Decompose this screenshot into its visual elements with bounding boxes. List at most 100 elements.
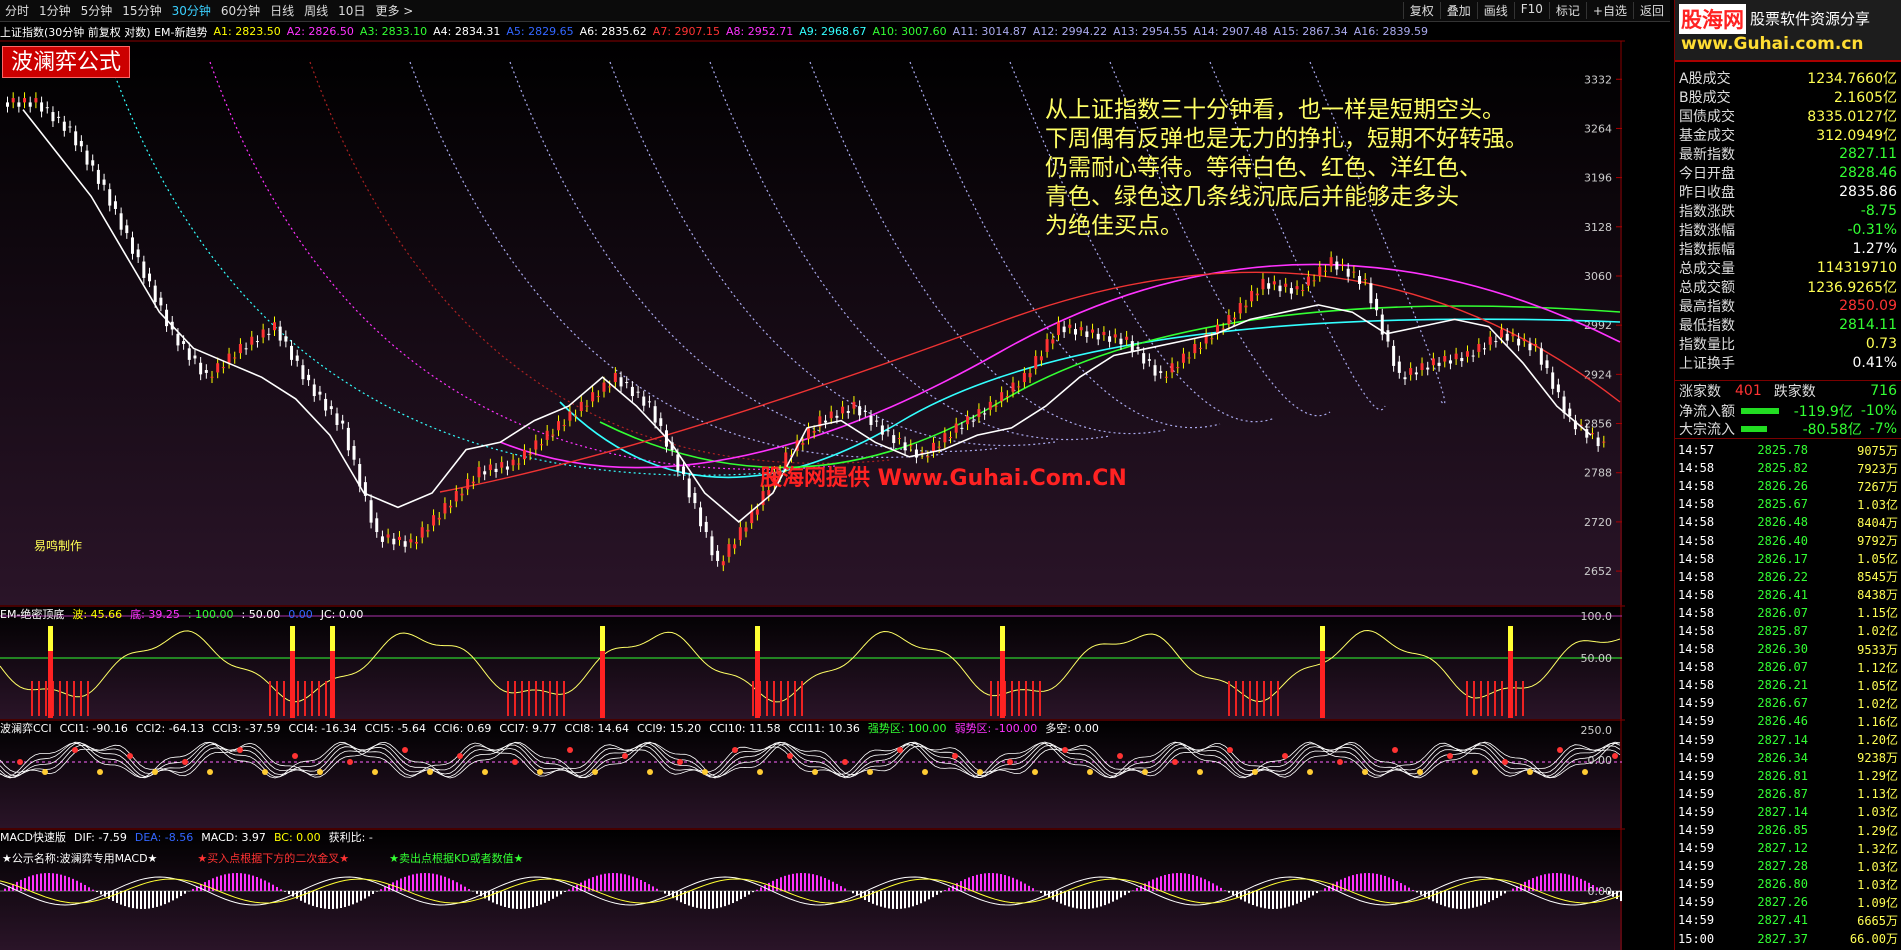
candle-body [721, 561, 725, 566]
tick-volume: 7923万 [1857, 461, 1898, 476]
candle-body [159, 297, 163, 306]
timeframe-4[interactable]: 30分钟 [167, 2, 216, 19]
pane4-macd-bar [44, 873, 46, 891]
candle-body [415, 541, 419, 544]
candle-body [608, 386, 612, 388]
candle-body [392, 538, 396, 545]
pane4-macd-bar [1476, 891, 1478, 907]
candle-body [108, 189, 112, 206]
tick-price: 2826.46 [1757, 714, 1808, 729]
pane4-macd-bar [1180, 873, 1182, 891]
pane3-marker-up [1502, 759, 1508, 765]
candle-body [1130, 341, 1134, 352]
tick-row: 14:59 2826.81 1.29亿 [1675, 767, 1901, 785]
candle-body [545, 430, 549, 440]
candle-body [1551, 372, 1555, 389]
tick-volume: 1.16亿 [1857, 714, 1898, 729]
pane2-bar [1011, 681, 1013, 716]
toolbar-button-2[interactable]: 画线 [1476, 2, 1514, 19]
timeframe-1[interactable]: 1分钟 [34, 2, 76, 19]
stat-value: 2.1605亿 [1834, 89, 1897, 106]
timeframe-3[interactable]: 15分钟 [117, 2, 166, 19]
pane2-bar [787, 681, 789, 716]
pane4-macd-bar [940, 891, 942, 893]
pane4-macd-bar [132, 891, 134, 909]
candle-body [801, 443, 805, 445]
pane4-macd-bar [96, 891, 98, 893]
netflow-value: -119.9亿 [1793, 403, 1853, 420]
pane4-macd-bar [344, 891, 346, 908]
pane3-marker-down [1362, 769, 1368, 775]
pane2-bar [297, 681, 299, 716]
tick-list[interactable]: 14:57 2825.78 9075万 14:58 2825.82 7923万 14:58 2… [1675, 441, 1901, 948]
tick-price: 2826.07 [1757, 660, 1808, 675]
pane2-bar [780, 681, 782, 716]
pane3-label-8: CCI8: 14.64 [564, 721, 629, 735]
timeframe-0[interactable]: 分时 [0, 2, 34, 19]
pane3-marker-up [622, 753, 628, 759]
toolbar-button-3[interactable]: F10 [1513, 2, 1549, 19]
candle-body [1329, 257, 1333, 267]
timeframe-6[interactable]: 日线 [265, 2, 299, 19]
pane4-macd-bar [1380, 874, 1382, 891]
candle-body [562, 424, 566, 426]
tick-time: 14:58 [1678, 605, 1715, 620]
pane4-macd-bar [1372, 873, 1374, 891]
pane4-macd-bar [760, 887, 762, 891]
tick-time: 15:00 [1678, 931, 1715, 946]
tick-volume: 8545万 [1857, 570, 1898, 585]
pane4-macd-bar [1040, 891, 1042, 893]
candle-body [68, 126, 72, 128]
toolbar-button-0[interactable]: 复权 [1402, 2, 1440, 19]
pane4-macd-bar [280, 889, 282, 891]
pane4-macd-bar [1064, 891, 1066, 906]
candle-body [460, 493, 464, 496]
pane4-macd-bar [1352, 875, 1354, 891]
pane4-macd-bar [1488, 891, 1490, 903]
stat-label: 昨日收盘 [1679, 184, 1735, 201]
tick-price: 2826.21 [1757, 678, 1808, 693]
pane4-macd-bar [516, 891, 518, 909]
timeframe-9[interactable]: 更多 > [370, 2, 418, 19]
pane4-macd-bar [424, 873, 426, 891]
pane3-marker-up [292, 753, 298, 759]
pane4-macd-bar [184, 891, 186, 894]
toolbar-button-6[interactable]: 返回 [1632, 2, 1670, 19]
tick-price: 2825.78 [1757, 443, 1808, 458]
pane4-macd-bar [572, 887, 574, 891]
timeframe-8[interactable]: 10日 [333, 2, 370, 19]
tick-volume: 1.09亿 [1857, 895, 1898, 910]
candle-body [153, 285, 157, 303]
candle-body [28, 102, 32, 107]
candle-body [45, 107, 49, 109]
candle-body [1210, 338, 1214, 340]
timeframe-7[interactable]: 周线 [299, 2, 333, 19]
pane4-macd-bar [164, 891, 166, 905]
candle-body [738, 527, 742, 540]
toolbar-button-5[interactable]: +自选 [1585, 2, 1633, 19]
timeframe-5[interactable]: 60分钟 [216, 2, 265, 19]
maker-label: 易鸣制作 [34, 537, 82, 554]
toolbar-button-4[interactable]: 标记 [1548, 2, 1586, 19]
timeframe-2[interactable]: 5分钟 [76, 2, 118, 19]
stat-label: 最高指数 [1679, 298, 1735, 315]
tick-price: 2825.82 [1757, 461, 1808, 476]
tick-row: 14:57 2825.78 9075万 [1675, 441, 1901, 459]
pane4-macd-bar [1184, 873, 1186, 891]
pane4-macd-bar [920, 891, 922, 904]
pane4-macd-bar [1492, 891, 1494, 901]
pane3-marker-up [897, 747, 903, 753]
tick-time: 14:57 [1678, 443, 1715, 458]
candle-body [1170, 363, 1174, 373]
pane4-macd-bar [680, 891, 682, 903]
pane4-macd-bar [60, 874, 62, 891]
pane4-macd-bar [1216, 885, 1218, 891]
dec-value: 716 [1870, 382, 1897, 399]
pane4-macd-bar [1364, 873, 1366, 891]
toolbar-button-1[interactable]: 叠加 [1439, 2, 1477, 19]
pane3-marker-up [457, 753, 463, 759]
pane3-marker-down [812, 769, 818, 775]
y-tick-label: 2788 [1584, 467, 1612, 480]
pane4-macd-bar [544, 891, 546, 903]
pane2-bar [66, 681, 68, 716]
